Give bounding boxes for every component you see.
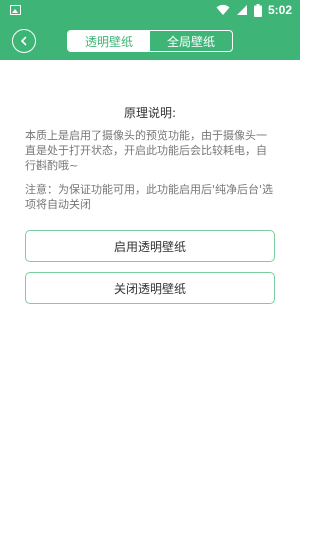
back-button[interactable] [12, 29, 36, 53]
status-time: 5:02 [267, 3, 292, 17]
status-icons: 5:02 [216, 3, 292, 17]
principle-title: 原理说明: [123, 106, 177, 120]
image-notification-icon [10, 5, 21, 15]
wallpaper-tab-switcher: 透明壁纸 全局壁纸 [67, 30, 233, 52]
signal-icon [236, 5, 247, 15]
wifi-icon [216, 4, 230, 15]
tab-global-wallpaper[interactable]: 全局壁纸 [150, 31, 232, 51]
principle-note: 注意：为保证功能可用，此功能启用后'纯净后台'选项将自动关闭 [25, 183, 274, 211]
disable-transparent-wallpaper-button[interactable]: 关闭透明壁纸 [25, 272, 275, 304]
tab-transparent-wallpaper[interactable]: 透明壁纸 [68, 31, 150, 51]
app-bar: 透明壁纸 全局壁纸 [0, 22, 300, 60]
battery-icon [253, 3, 262, 17]
principle-description: 本质上是启用了摄像头的预览功能，由于摄像头一直是处于打开状态，开启此功能后会比较… [25, 129, 267, 172]
status-bar: 5:02 [0, 0, 300, 22]
chevron-left-icon [21, 36, 27, 46]
enable-transparent-wallpaper-button[interactable]: 启用透明壁纸 [25, 230, 275, 262]
